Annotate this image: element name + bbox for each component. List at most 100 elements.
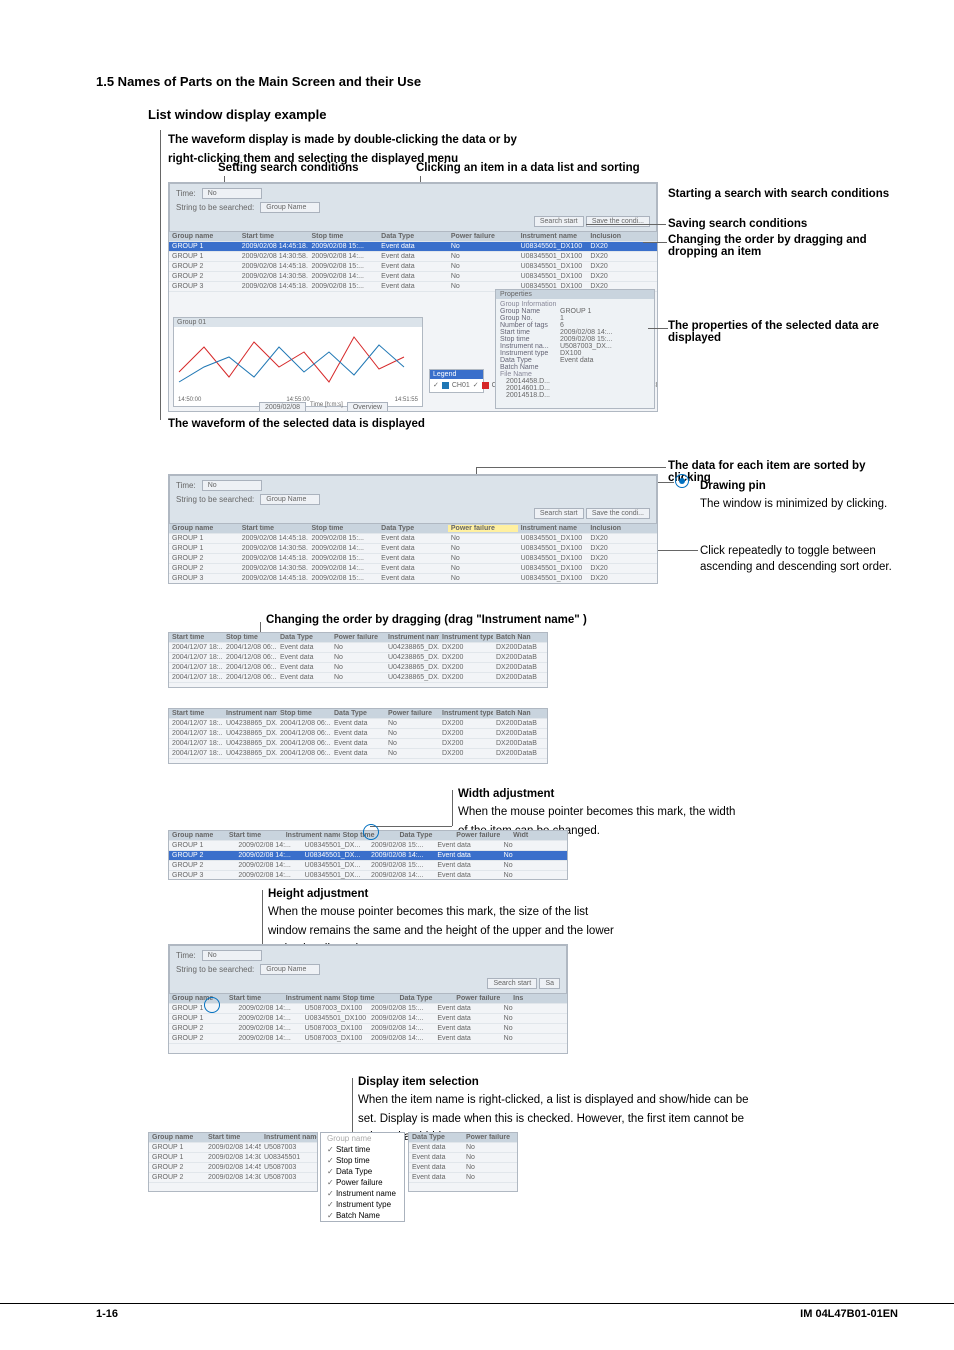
time-select[interactable]: No — [202, 950, 262, 961]
table-row[interactable]: 2004/12/07 18:...U04238865_DX...2004/12/… — [169, 749, 547, 759]
property-row: Stop time2009/02/08 15:... — [500, 336, 650, 343]
property-row: Instrument typeDX100 — [500, 350, 650, 357]
table-row[interactable]: GROUP 22009/02/08 14:30:58.975U5087003 — [149, 1173, 317, 1183]
table-row[interactable]: Event dataNo — [409, 1163, 517, 1173]
height-screenshot: Time: No String to be searched: Group Na… — [168, 944, 568, 1054]
pin-icon — [675, 474, 689, 488]
chart-xlabel: Time [h:m:s] — [310, 402, 343, 412]
table-row[interactable]: GROUP 22009/02/08 14:30:58.9752009/02/08… — [169, 564, 657, 574]
table-row[interactable]: 2004/12/07 18:...2004/12/08 06:...Event … — [169, 653, 547, 663]
table-row[interactable]: 2004/12/07 18:...U04238865_DX...2004/12/… — [169, 739, 547, 749]
drag-before: Start timeStop timeData TypePower failur… — [168, 632, 548, 688]
table-row[interactable]: 2004/12/07 18:...2004/12/08 06:...Event … — [169, 673, 547, 683]
chart-timebox: 2009/02/08 — [259, 402, 306, 412]
search-start-button[interactable]: Search start — [534, 508, 584, 519]
resize-cursor-icon — [363, 824, 379, 840]
table-row[interactable]: GROUP 12009/02/08 14:...U08345501_DX...2… — [169, 841, 567, 851]
search-start-button[interactable]: Search start — [534, 216, 584, 227]
property-row: Data TypeEvent data — [500, 357, 650, 364]
displayitem-left: Group nameStart timeInstrument name GROU… — [148, 1132, 318, 1192]
table-row[interactable]: 2004/12/07 18:...U04238865_DX...2004/12/… — [169, 719, 547, 729]
callout-change-drag2: Changing the order by dragging (drag "In… — [266, 614, 587, 626]
property-row: Batch Name — [500, 364, 650, 371]
doc-id: IM 04L47B01-01EN — [800, 1308, 898, 1320]
property-file: 20014518.D... — [506, 392, 650, 399]
chart-caption: Group 01 — [174, 318, 422, 327]
table-row[interactable]: GROUP 32009/02/08 14:45:18.1252009/02/08… — [169, 574, 657, 584]
string-select[interactable]: Group Name — [260, 964, 320, 975]
table-row[interactable]: GROUP 22009/02/08 14:...U5087003_DX10020… — [169, 1034, 567, 1044]
context-menu-item[interactable]: Stop time — [321, 1155, 404, 1166]
table-row[interactable]: 2004/12/07 18:...2004/12/08 06:...Event … — [169, 643, 547, 653]
property-row: Number of tags6 — [500, 322, 650, 329]
context-menu-item[interactable]: Instrument type — [321, 1199, 404, 1210]
property-file: 20014458.D... — [506, 378, 650, 385]
table-row[interactable]: GROUP 22009/02/08 14:45:18.125U5087003 — [149, 1163, 317, 1173]
table-row[interactable]: 2004/12/07 18:...2004/12/08 06:...Event … — [169, 663, 547, 673]
table-row[interactable]: GROUP 22009/02/08 14:...U08345501_DX...2… — [169, 861, 567, 871]
table-row[interactable]: GROUP 22009/02/08 14:45:18.1252009/02/08… — [169, 554, 657, 564]
callout-waveform-selected: The waveform of the selected data is dis… — [168, 418, 425, 430]
search-start-button[interactable]: Search start — [487, 978, 537, 989]
table-row[interactable]: GROUP 12009/02/08 14:45:18.125U5087003 — [149, 1143, 317, 1153]
drag-after: Start timeInstrument nameStop timeData T… — [168, 708, 548, 764]
context-menu-item[interactable]: Power failure — [321, 1177, 404, 1188]
table-row[interactable]: GROUP 22009/02/08 14:30:58.9752009/02/08… — [169, 272, 657, 282]
table-row[interactable]: GROUP 12009/02/08 14:...U08345501_DX1002… — [169, 1014, 567, 1024]
properties-panel: Properties Group Information Group NameG… — [495, 289, 655, 409]
waveform-chart — [174, 327, 424, 397]
callout-start-search: Starting a search with search conditions — [668, 188, 889, 200]
table-row[interactable]: GROUP 12009/02/08 14:30:58.9752009/02/08… — [169, 544, 657, 554]
property-row: Group No.1 — [500, 315, 650, 322]
section-heading: 1.5 Names of Parts on the Main Screen an… — [96, 74, 898, 89]
sort-screenshot: Time: No String to be searched: Group Na… — [168, 474, 658, 584]
time-select[interactable]: No — [202, 480, 262, 491]
save-cond-button[interactable]: Save the condi... — [586, 216, 650, 227]
sa-button[interactable]: Sa — [539, 978, 560, 989]
property-row: Start time2009/02/08 14:... — [500, 329, 650, 336]
save-cond-button[interactable]: Save the condi... — [586, 508, 650, 519]
callout-saving-search: Saving search conditions — [668, 218, 807, 230]
table-row[interactable]: Event dataNo — [409, 1143, 517, 1153]
string-select[interactable]: Group Name — [260, 202, 320, 213]
list-heading: List window display example — [148, 107, 898, 122]
table-row[interactable]: Event dataNo — [409, 1153, 517, 1163]
chart-legend: Legend ✓ CH01✓ CH02✓ CH03✓ CH04✓ CH05✓ C… — [429, 369, 484, 393]
list-header[interactable]: Group nameStart timeStop timeData TypePo… — [169, 232, 657, 242]
time-label: Time: — [176, 189, 196, 198]
context-menu-item[interactable]: Data Type — [321, 1166, 404, 1177]
context-menu-item[interactable]: Start time — [321, 1144, 404, 1155]
table-row[interactable]: Event dataNo — [409, 1173, 517, 1183]
table-row[interactable]: GROUP 12009/02/08 14:30:58.9752009/02/08… — [169, 252, 657, 262]
displayitem-right: Data TypePower failure Event dataNoEvent… — [408, 1132, 518, 1192]
legend-item[interactable]: ✓ CH01 — [433, 381, 470, 389]
string-select[interactable]: Group Name — [260, 494, 320, 505]
table-row[interactable]: GROUP 22009/02/08 14:45:18.1252009/02/08… — [169, 262, 657, 272]
context-menu-item[interactable]: Batch Name — [321, 1210, 404, 1221]
page-number: 1-16 — [96, 1308, 118, 1320]
table-row[interactable]: GROUP 12009/02/08 14:30:58.975U08345501 — [149, 1153, 317, 1163]
table-row[interactable]: GROUP 12009/02/08 14:45:18.1252009/02/08… — [169, 534, 657, 544]
time-select[interactable]: No — [202, 188, 262, 199]
search-panel: Time: No String to be searched: Group Na… — [169, 183, 657, 232]
callout-properties: The properties of the selected data are … — [668, 320, 888, 344]
context-menu-item[interactable]: Instrument name — [321, 1188, 404, 1199]
callout-drawing-pin: Drawing pin The window is minimized by c… — [700, 476, 887, 513]
callout-change-drag: Changing the order by dragging and dropp… — [668, 234, 888, 258]
resize-cursor-icon — [204, 997, 220, 1013]
callout-setting-search: Setting search conditions — [218, 162, 359, 174]
context-menu-item[interactable]: Group name — [321, 1133, 404, 1144]
table-row[interactable]: GROUP 32009/02/08 14:...U08345501_DX...2… — [169, 871, 567, 880]
table-row[interactable]: GROUP 22009/02/08 14:...U08345501_DX...2… — [169, 851, 567, 861]
table-row[interactable]: GROUP 12009/02/08 14:45:18.1252009/02/08… — [169, 242, 657, 252]
table-row[interactable]: 2004/12/07 18:...U04238865_DX...2004/12/… — [169, 729, 547, 739]
property-file: 20014601.D... — [506, 385, 650, 392]
property-row: Instrument na...U5087003_DX... — [500, 343, 650, 350]
callout-click-sort: Clicking an item in a data list and sort… — [416, 162, 640, 174]
context-menu[interactable]: Group nameStart timeStop timeData TypePo… — [320, 1132, 405, 1222]
table-row[interactable]: GROUP 12009/02/08 14:...U5087003_DX10020… — [169, 1004, 567, 1014]
property-row: Group NameGROUP 1 — [500, 308, 650, 315]
string-label: String to be searched: — [176, 203, 254, 212]
overview-button[interactable]: Overview — [347, 402, 388, 412]
table-row[interactable]: GROUP 22009/02/08 14:...U5087003_DX10020… — [169, 1024, 567, 1034]
